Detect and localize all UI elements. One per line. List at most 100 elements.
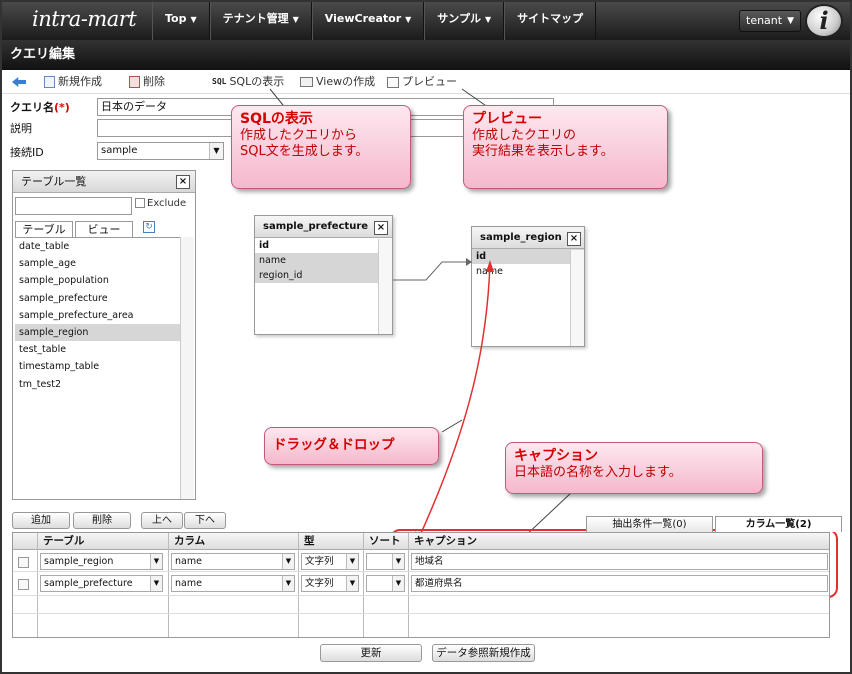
- table-box-sample-region[interactable]: sample_region × id name: [471, 226, 585, 347]
- description-label: 説明: [10, 122, 32, 135]
- chevron-down-icon: ▼: [282, 576, 294, 591]
- row-table-select[interactable]: sample_region ▼: [40, 553, 163, 570]
- column-row[interactable]: id: [472, 249, 584, 264]
- cell-text: sample_prefecture: [44, 578, 133, 589]
- callout-drag-drop: ドラッグ＆ドロップ: [264, 427, 439, 465]
- scrollbar[interactable]: [570, 250, 584, 346]
- header-sort[interactable]: ソート: [365, 533, 407, 550]
- row-table-select[interactable]: sample_prefecture ▼: [40, 575, 163, 592]
- callout-caption: キャプション 日本語の名称を入力します。: [505, 442, 763, 494]
- row-caption-input[interactable]: 地域名: [411, 553, 828, 570]
- column-row[interactable]: region_id: [255, 268, 392, 283]
- preview-button[interactable]: プレビュー: [387, 74, 457, 90]
- tab-table[interactable]: テーブル: [15, 221, 73, 237]
- chevron-down-icon: ▼: [346, 576, 358, 591]
- row-checkbox[interactable]: [18, 579, 29, 590]
- add-button[interactable]: 追加: [12, 512, 70, 529]
- table-list-item[interactable]: date_table: [15, 238, 180, 255]
- new-page-icon: [44, 76, 55, 88]
- intra-mart-logo[interactable]: intra-mart: [32, 7, 137, 31]
- back-button[interactable]: [12, 74, 29, 90]
- callout-preview: プレビュー 作成したクエリの 実行結果を表示します。: [463, 105, 668, 189]
- row-column-select[interactable]: name ▼: [171, 575, 295, 592]
- column-grid: テーブル カラム 型 ソート キャプション sample_region ▼ nam…: [12, 532, 830, 638]
- row-checkbox[interactable]: [18, 557, 29, 568]
- tenant-label: tenant: [746, 14, 783, 27]
- nav-sitemap[interactable]: サイトマップ: [504, 2, 597, 40]
- grid-divider: [408, 533, 409, 637]
- row-divider: [13, 571, 829, 572]
- table-search-input[interactable]: [15, 197, 132, 215]
- nav-sitemap-label: サイトマップ: [517, 12, 584, 25]
- row-column-select[interactable]: name ▼: [171, 553, 295, 570]
- create-view-button[interactable]: Viewの作成: [300, 74, 375, 90]
- sql-button[interactable]: SQL SQLの表示: [212, 74, 284, 90]
- refresh-icon[interactable]: ↻: [143, 221, 155, 233]
- row-type-select[interactable]: 文字列 ▼: [301, 575, 359, 592]
- nav-viewcreator[interactable]: ViewCreator ▼: [311, 2, 425, 40]
- table-list-item[interactable]: tm_test2: [15, 376, 180, 393]
- tenant-dropdown[interactable]: tenant ▼: [739, 10, 801, 32]
- required-mark: (*): [54, 101, 70, 114]
- scrollbar[interactable]: [378, 239, 392, 334]
- nav-tenant-admin-label: テナント管理: [222, 12, 289, 25]
- header-table[interactable]: テーブル: [39, 533, 167, 550]
- exclude-checkbox[interactable]: Exclude: [135, 198, 186, 209]
- table-list-item[interactable]: test_table: [15, 341, 180, 358]
- top-header: intra-mart Top ▼ テナント管理 ▼ ViewCreator ▼ サンプ…: [2, 2, 850, 40]
- table-list-item[interactable]: sample_age: [15, 255, 180, 272]
- chevron-down-icon: ▼: [405, 15, 412, 24]
- table-list-scrollbar[interactable]: [180, 237, 194, 499]
- view-icon: [300, 77, 313, 87]
- nav-tenant-admin[interactable]: テナント管理 ▼: [209, 2, 312, 40]
- row-sort-select[interactable]: ▼: [366, 575, 405, 592]
- new-button[interactable]: 新規作成: [44, 74, 102, 90]
- row-caption-input[interactable]: 都道府県名: [411, 575, 828, 592]
- tab-conditions[interactable]: 抽出条件一覧(0): [586, 516, 713, 532]
- preview-label: プレビュー: [402, 75, 457, 88]
- header-type[interactable]: 型: [300, 533, 362, 550]
- grid-delete-button[interactable]: 削除: [73, 512, 131, 529]
- connection-select[interactable]: sample ▼: [97, 142, 224, 160]
- delete-button[interactable]: 削除: [129, 74, 165, 90]
- info-icon[interactable]: i: [805, 4, 843, 38]
- tab-columns[interactable]: カラム一覧(2): [715, 516, 842, 532]
- table-list-item[interactable]: timestamp_table: [15, 358, 180, 375]
- callout-sql: SQLの表示 作成したクエリから SQL文を生成します。: [231, 105, 411, 189]
- callout-title: SQLの表示: [240, 111, 313, 127]
- table-list-item[interactable]: sample_region: [15, 323, 180, 342]
- move-down-button[interactable]: 下へ: [184, 512, 226, 529]
- join-line: [393, 261, 472, 281]
- chevron-down-icon: ▼: [292, 15, 299, 24]
- chevron-down-icon: ▼: [150, 554, 162, 569]
- table-list-item[interactable]: sample_prefecture: [15, 290, 180, 307]
- close-icon[interactable]: ×: [567, 232, 581, 246]
- update-button[interactable]: 更新: [320, 644, 422, 662]
- row-type-select[interactable]: 文字列 ▼: [301, 553, 359, 570]
- nav-sample[interactable]: サンプル ▼: [424, 2, 505, 40]
- callout-title: ドラッグ＆ドロップ: [273, 437, 395, 453]
- column-row[interactable]: id: [255, 238, 392, 253]
- row-sort-select[interactable]: ▼: [366, 553, 405, 570]
- close-icon[interactable]: ×: [374, 221, 388, 235]
- data-reference-new-button[interactable]: データ参照新規作成: [432, 644, 535, 662]
- header-column[interactable]: カラム: [170, 533, 297, 550]
- nav-top[interactable]: Top ▼: [152, 2, 210, 40]
- column-row[interactable]: name: [255, 253, 392, 268]
- table-list-item[interactable]: sample_population: [15, 272, 180, 289]
- chevron-down-icon: ▼: [392, 554, 404, 569]
- column-row[interactable]: name: [472, 264, 584, 279]
- header-caption[interactable]: キャプション: [410, 533, 710, 550]
- view-label: Viewの作成: [316, 75, 376, 88]
- chevron-down-icon: ▼: [392, 576, 404, 591]
- logo-text: intra-mart: [32, 7, 137, 31]
- move-up-button[interactable]: 上へ: [141, 512, 183, 529]
- table-box-sample-prefecture[interactable]: sample_prefecture × id name region_id: [254, 215, 393, 335]
- connection-label: 接続ID: [10, 146, 44, 159]
- tab-view[interactable]: ビュー: [75, 221, 133, 237]
- query-name-label-text: クエリ名: [10, 101, 54, 114]
- cell-text: 文字列: [305, 556, 334, 567]
- callout-text: 作成したクエリの: [472, 128, 577, 143]
- table-list-item[interactable]: sample_prefecture_area: [15, 307, 180, 324]
- close-icon[interactable]: ×: [176, 175, 190, 189]
